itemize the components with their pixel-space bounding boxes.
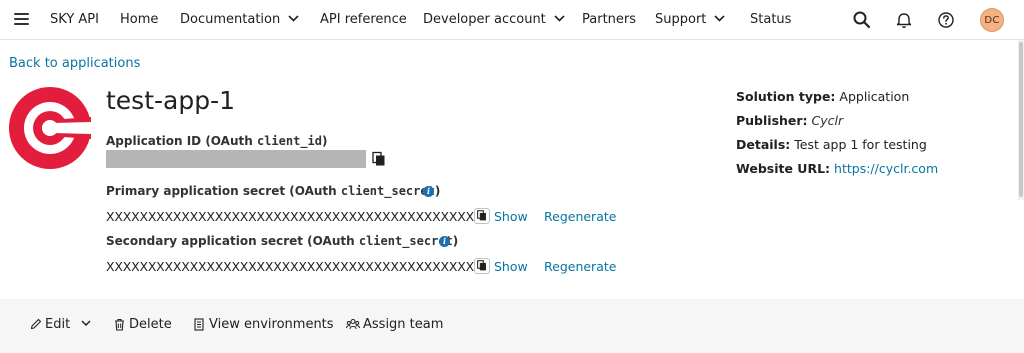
website-link[interactable]: https://cyclr.com [834,161,938,176]
delete-label: Delete [129,317,172,332]
publisher-label: Publisher: [736,113,808,128]
nav-documentation[interactable]: Documentation [180,0,299,40]
solution-type-detail: Solution type: Application [736,89,909,104]
regenerate-secondary-secret-link[interactable]: Regenerate [544,259,616,274]
details-value: Test app 1 for testing [794,137,927,152]
primary-secret-close: ) [434,184,441,198]
copy-icon[interactable] [474,258,490,274]
team-icon [346,319,360,330]
scrollbar-thumb[interactable] [1019,42,1023,197]
edit-label: Edit [45,317,71,332]
secondary-secret-label-text: Secondary application secret (OAuth [106,234,359,248]
copy-icon[interactable] [474,208,490,224]
website-label: Website URL: [736,161,831,176]
primary-secret-label: Primary application secret (OAuth client… [106,184,440,198]
assign-team-label: Assign team [363,317,444,332]
brand-link[interactable]: SKY API [50,0,99,40]
delete-button[interactable]: Delete [114,316,172,334]
application-id-label: Application ID (OAuth client_id) [106,134,328,148]
pencil-icon [30,318,42,330]
solution-type-label: Solution type: [736,89,836,104]
nav-support-label: Support [655,12,707,27]
help-icon[interactable] [936,10,956,30]
trash-icon [115,318,124,331]
primary-secret-label-text: Primary application secret (OAuth [106,184,341,198]
nav-api-reference-label: API reference [320,12,407,27]
nav-api-reference[interactable]: API reference [320,0,407,40]
nav-home[interactable]: Home [120,0,158,40]
view-environments-button[interactable]: View environments [194,316,334,334]
nav-status-label: Status [750,12,792,27]
nav-documentation-label: Documentation [180,12,281,27]
show-secondary-secret-link[interactable]: Show [494,259,528,274]
nav-developer-account[interactable]: Developer account [423,0,565,40]
secondary-secret-close: ) [452,234,459,248]
nav-home-label: Home [120,12,159,27]
application-id-value [106,150,366,168]
info-icon[interactable]: i [439,236,450,247]
nav-partners-label: Partners [582,12,637,27]
bell-icon[interactable] [894,10,914,30]
search-icon[interactable] [852,10,872,30]
publisher-value: Cyclr [811,113,844,128]
chevron-down-icon [81,320,91,327]
solution-type-value: Application [839,89,910,104]
show-primary-secret-link[interactable]: Show [494,209,528,224]
top-nav: SKY API Home Documentation API reference… [0,0,1024,40]
app-logo-icon [9,87,91,169]
nav-support[interactable]: Support [655,0,725,40]
edit-button[interactable]: Edit [30,316,91,334]
info-icon[interactable]: i [423,186,434,197]
secondary-secret-value: XXXXXXXXXXXXXXXXXXXXXXXXXXXXXXXXXXXXXXXX… [106,259,474,274]
avatar[interactable]: DC [980,8,1004,32]
chevron-down-icon [554,14,565,22]
nav-developer-account-label: Developer account [423,12,546,27]
primary-secret-code: client_secret [340,184,435,198]
application-id-label-text: Application ID (OAuth [106,134,257,148]
copy-icon[interactable] [371,151,387,167]
primary-secret-value: XXXXXXXXXXXXXXXXXXXXXXXXXXXXXXXXXXXXXXXX… [106,209,474,224]
details-detail: Details: Test app 1 for testing [736,137,927,152]
nav-partners[interactable]: Partners [582,0,636,40]
regenerate-primary-secret-link[interactable]: Regenerate [544,209,616,224]
application-id-code: client_id [256,134,323,148]
page-title: test-app-1 [106,86,236,115]
view-environments-label: View environments [209,317,334,332]
menu-icon[interactable] [14,13,29,25]
back-to-applications-link[interactable]: Back to applications [9,56,140,71]
website-detail: Website URL: https://cyclr.com [736,161,938,176]
document-icon [194,318,204,331]
chevron-down-icon [714,14,725,22]
nav-status[interactable]: Status [750,0,791,40]
assign-team-button[interactable]: Assign team [346,316,443,334]
chevron-down-icon [288,14,299,22]
details-label: Details: [736,137,791,152]
application-id-close: ) [322,134,328,148]
secondary-secret-label: Secondary application secret (OAuth clie… [106,234,458,248]
publisher-detail: Publisher: Cyclr [736,113,843,128]
